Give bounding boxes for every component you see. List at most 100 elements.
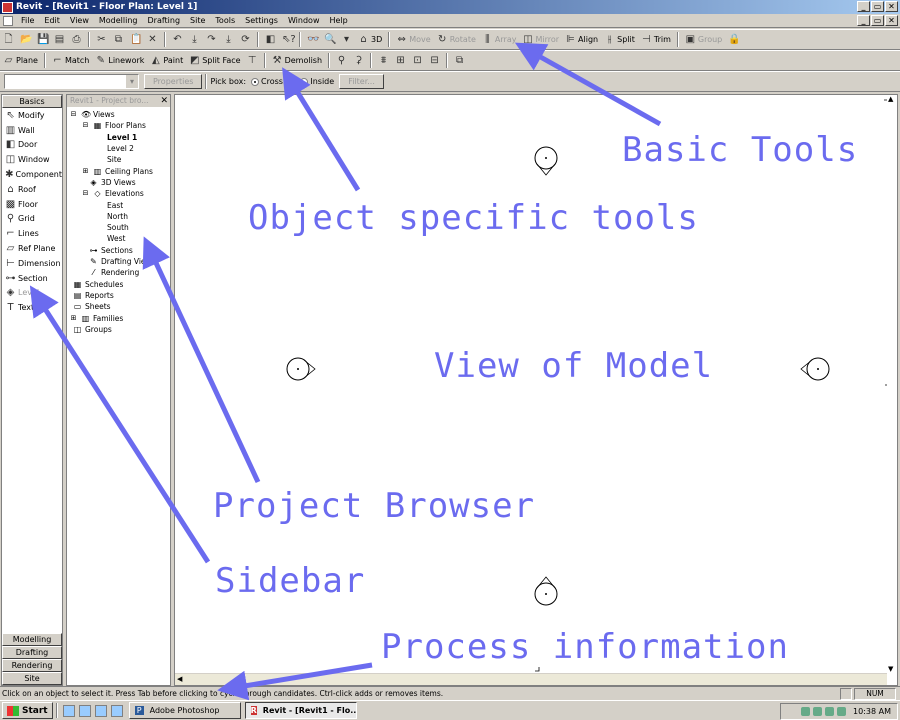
sidebar-item-floor[interactable]: ▩ Floor <box>2 197 62 212</box>
pin-button[interactable]: ⚲ <box>333 52 350 69</box>
align-button[interactable]: ⊫ Align <box>562 31 601 48</box>
split-face-button[interactable]: ◩ Split Face <box>186 52 243 69</box>
sidebar-item-roof[interactable]: ⌂ Roof <box>2 182 62 197</box>
tool-d-button[interactable]: ⊟ <box>426 52 443 69</box>
sidebar-item-door[interactable]: ◧ Door <box>2 138 62 153</box>
drafting-tab[interactable]: Drafting <box>2 646 62 659</box>
close-icon[interactable]: ✕ <box>160 95 168 107</box>
tree-item-elevations[interactable]: ⊟ ◇ Elevations <box>81 188 144 199</box>
tree-item-reports[interactable]: ▤ Reports <box>73 290 114 301</box>
linework-button[interactable]: ✎ Linework <box>92 52 147 69</box>
internet-explorer-icon[interactable] <box>62 704 75 717</box>
view-3d-button[interactable]: ⌂ 3D <box>355 31 385 48</box>
vertical-scrollbar[interactable]: ▲ ▼ <box>887 95 897 673</box>
minimize-button[interactable]: _ <box>857 1 870 12</box>
tree-item-rendering[interactable]: ⁄ Rendering <box>89 267 139 278</box>
array-button[interactable]: ⫼ Array <box>479 31 520 48</box>
save-button[interactable]: 💾 <box>34 31 51 48</box>
match-button[interactable]: ⌐ Match <box>49 52 92 69</box>
paint-button[interactable]: ◭ Paint <box>147 52 186 69</box>
close-button[interactable]: ✕ <box>885 1 898 12</box>
sidebar-item-wall[interactable]: ▥ Wall <box>2 123 62 138</box>
tree-item-west[interactable]: West <box>107 233 125 244</box>
tool-b-button[interactable]: ⊞ <box>392 52 409 69</box>
tray-volume-icon[interactable] <box>813 707 823 716</box>
sidebar-item-component[interactable]: ✱ Component <box>2 167 62 182</box>
tree-item-floor-plans[interactable]: ⊟ ▦ Floor Plans <box>81 120 146 131</box>
mirror-line-button[interactable]: ⊤ <box>244 52 261 69</box>
trim-button[interactable]: ⊣ Trim <box>638 31 674 48</box>
collapse-icon[interactable]: ⊟ <box>69 110 78 119</box>
outlook-icon[interactable] <box>78 704 91 717</box>
tree-item-drafting-views[interactable]: ✎ Drafting Views <box>89 256 155 267</box>
scroll-down-icon[interactable]: ▼ <box>888 665 893 673</box>
delete-button[interactable]: ✕ <box>144 31 161 48</box>
elevation-marker-north[interactable] <box>534 146 558 176</box>
open-button[interactable]: 📂 <box>17 31 34 48</box>
tree-item-south[interactable]: South <box>107 222 129 233</box>
modelling-tab[interactable]: Modelling <box>2 633 62 646</box>
elevation-marker-west[interactable] <box>286 357 316 381</box>
plane-button[interactable]: ▱ Plane <box>0 52 41 69</box>
redo-all-button[interactable]: ⟳ <box>237 31 254 48</box>
site-tab[interactable]: Site <box>2 672 62 685</box>
new-button[interactable]: 🗋 <box>0 31 17 48</box>
expand-icon[interactable]: ⊞ <box>81 167 90 176</box>
scroll-left-icon[interactable]: ◀ <box>177 675 182 683</box>
redo-button[interactable]: ↷ <box>203 31 220 48</box>
tool-c-button[interactable]: ⊡ <box>409 52 426 69</box>
tray-app-icon[interactable] <box>825 707 835 716</box>
tool-e-button[interactable]: ⧉ <box>451 52 468 69</box>
tree-item-sheets[interactable]: ▭ Sheets <box>73 301 111 312</box>
menu-edit[interactable]: Edit <box>39 16 65 25</box>
move-button[interactable]: ⇔ Move <box>393 31 433 48</box>
menu-help[interactable]: Help <box>324 16 352 25</box>
tree-item-level-1[interactable]: Level 1 <box>107 132 137 143</box>
group-button[interactable]: ▣ Group <box>682 31 725 48</box>
drawing-view[interactable]: ▲ ▼ ◀ <box>174 94 898 686</box>
menu-drafting[interactable]: Drafting <box>143 16 186 25</box>
whats-this-button[interactable]: ⇖? <box>279 31 296 48</box>
print-preview-button[interactable]: ▤ <box>51 31 68 48</box>
menu-settings[interactable]: Settings <box>240 16 283 25</box>
split-button[interactable]: ⫲ Split <box>601 31 638 48</box>
menu-window[interactable]: Window <box>283 16 325 25</box>
sidebar-item-lines[interactable]: ⌐ Lines <box>2 226 62 241</box>
doc-close-button[interactable]: ✕ <box>885 15 898 26</box>
menu-view[interactable]: View <box>65 16 94 25</box>
properties-button[interactable]: Properties <box>144 74 203 89</box>
menu-modelling[interactable]: Modelling <box>94 16 143 25</box>
cut-button[interactable]: ✂ <box>93 31 110 48</box>
sidebar-item-section[interactable]: ⊶ Section <box>2 271 62 286</box>
drawing-canvas[interactable] <box>175 95 887 673</box>
tool-a-button[interactable]: ⩩ <box>375 52 392 69</box>
rotate-button[interactable]: ↻ Rotate <box>434 31 479 48</box>
inside-radio[interactable] <box>300 77 309 86</box>
tree-item-ceiling-plans[interactable]: ⊞ ▥ Ceiling Plans <box>81 166 153 177</box>
task-photoshop[interactable]: P Adobe Photoshop <box>128 702 241 719</box>
expand-icon[interactable]: ⊞ <box>69 314 78 323</box>
menu-site[interactable]: Site <box>185 16 210 25</box>
copy-button[interactable]: ⧉ <box>110 31 127 48</box>
revit-app-icon[interactable] <box>2 1 13 13</box>
undo-button[interactable]: ↶ <box>169 31 186 48</box>
demolish-button[interactable]: ⚒ Demolish <box>269 52 325 69</box>
rendering-tab[interactable]: Rendering <box>2 659 62 672</box>
zoom-dropdown[interactable]: ▾ <box>338 31 355 48</box>
maximize-button[interactable]: ▭ <box>871 1 884 12</box>
thin-lines-button[interactable]: ◧ <box>262 31 279 48</box>
media-icon[interactable] <box>110 704 123 717</box>
collapse-icon[interactable]: ⊟ <box>81 189 90 198</box>
tree-item-families[interactable]: ⊞ ▥ Families <box>69 312 124 323</box>
document-icon[interactable] <box>3 15 13 26</box>
crossing-radio[interactable] <box>251 77 260 86</box>
doc-minimize-button[interactable]: _ <box>857 15 870 26</box>
collapse-icon[interactable]: ⊟ <box>81 121 90 130</box>
print-button[interactable]: ⎙ <box>68 31 85 48</box>
sidebar-item-dimension[interactable]: ⊢ Dimension <box>2 256 62 271</box>
elevation-marker-south[interactable] <box>534 576 558 606</box>
view-glasses-button[interactable]: 👓 <box>304 31 321 48</box>
tree-item-groups[interactable]: ◫ Groups <box>73 324 112 335</box>
tree-item-views[interactable]: ⊟ 👁 Views <box>69 109 115 120</box>
unpin-button[interactable]: ⚳ <box>350 52 367 69</box>
